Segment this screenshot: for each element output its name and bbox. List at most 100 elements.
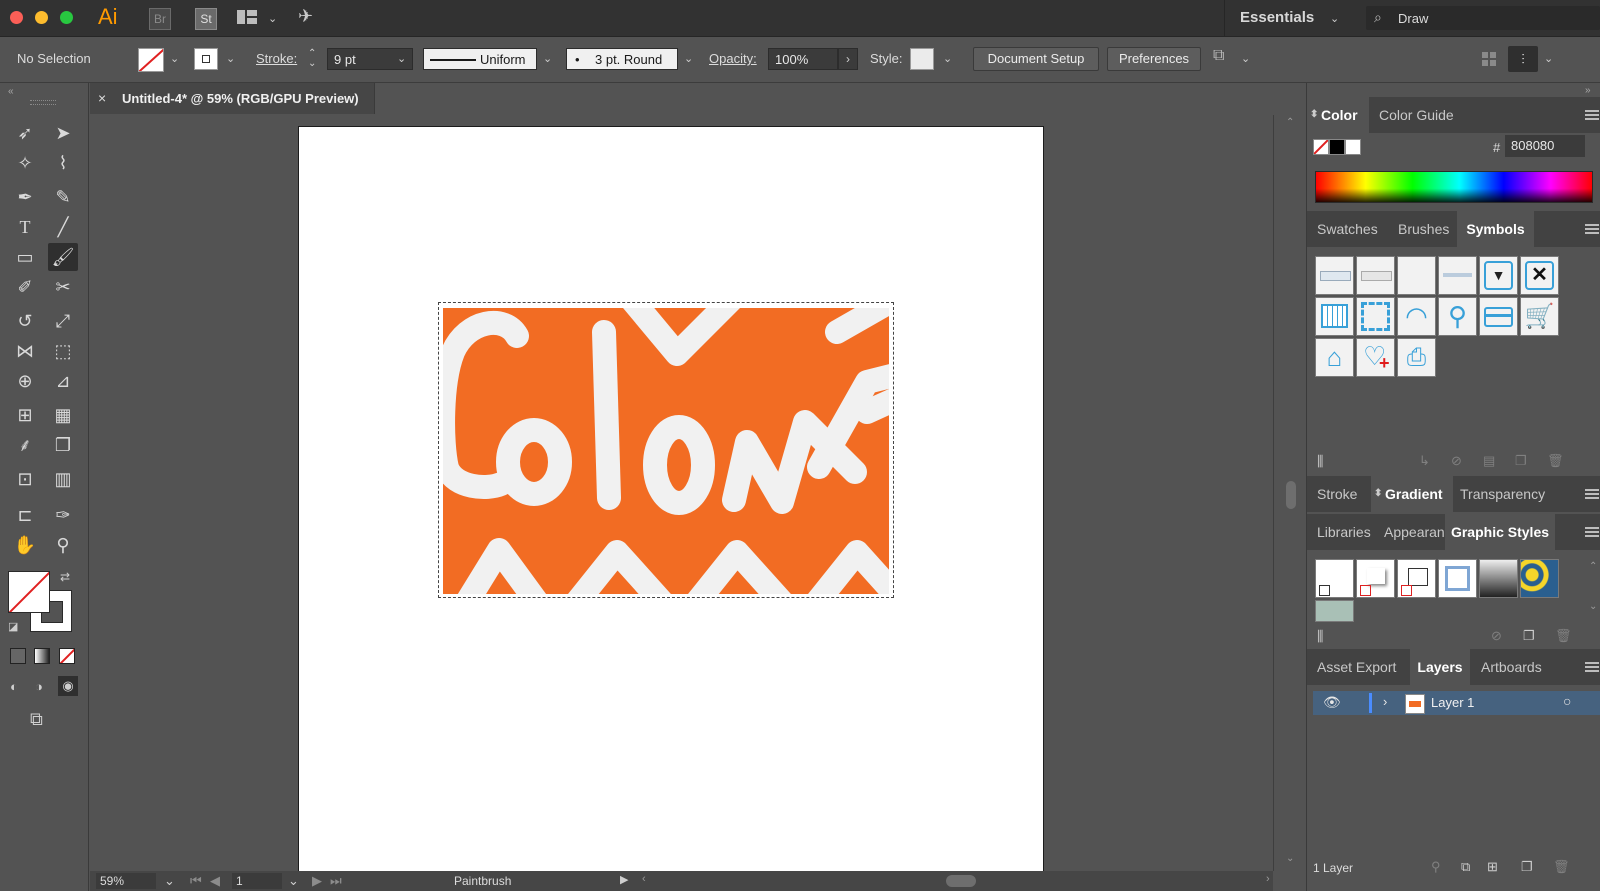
toolbar-grip[interactable] [30,100,56,105]
layer-name[interactable]: Layer 1 [1431,695,1474,710]
gradient-tool-icon[interactable]: ▦ [48,401,78,429]
make-clipping-mask-icon[interactable]: ⧉ [1461,859,1470,875]
dropdown-symbol-icon[interactable]: ▼ [1479,256,1518,295]
panel-menu-icon[interactable] [1585,527,1599,537]
black-swatch[interactable] [1329,139,1345,155]
layer-row[interactable]: 👁 › Layer 1 ○ [1313,691,1600,715]
card-symbol-icon[interactable] [1479,297,1518,336]
chevron-down-icon[interactable]: ⌄ [943,52,952,65]
tab-asset-export[interactable]: Asset Export [1317,649,1396,685]
chevron-down-icon[interactable]: ⌄ [397,52,406,65]
printer-symbol-icon[interactable]: ⎙ [1397,338,1436,377]
tab-color-guide[interactable]: Color Guide [1379,97,1454,133]
next-artboard-icon[interactable]: ▶ [312,873,322,889]
stroke-label[interactable]: Stroke: [256,51,297,66]
default-fill-stroke-icon[interactable]: ◪ [8,620,18,633]
minimize-window-icon[interactable] [35,11,48,24]
panel-grid-icon[interactable] [1482,52,1496,66]
vertical-scroll-thumb[interactable] [1286,481,1296,509]
stroke-stepper[interactable]: ⌃ ⌄ [308,49,316,69]
chevron-down-icon[interactable]: ⌄ [1330,12,1339,25]
draw-behind-icon[interactable]: ◑ [35,679,51,695]
chevron-down-icon[interactable]: ⌄ [543,52,552,65]
fill-color-box[interactable] [8,571,50,613]
direct-selection-tool-icon[interactable]: ➤ [48,119,78,147]
symbol-options-icon[interactable]: ▤ [1483,453,1495,469]
type-tool-icon[interactable]: T [10,213,40,241]
scissors-tool-icon[interactable]: ✂ [48,273,78,301]
tab-libraries[interactable]: Libraries [1317,514,1371,550]
collapse-panel-icon[interactable]: « [8,86,14,97]
search-field[interactable]: ⌕ Draw [1366,6,1600,30]
none-mode-icon[interactable] [59,648,75,664]
close-symbol-icon[interactable]: ✕ [1520,256,1559,295]
zoom-level-field[interactable]: 59% [96,873,156,889]
calendar-symbol-icon[interactable] [1315,297,1354,336]
graphic-style-swatch[interactable] [910,48,934,70]
eyedropper-tool-icon[interactable]: ⸙ [10,431,40,459]
scroll-left-icon[interactable]: ‹ [642,873,646,885]
change-screen-mode-icon[interactable]: ⧉ [30,709,43,730]
draw-inside-icon[interactable]: ◉ [58,676,78,696]
tab-transparency[interactable]: Transparency [1460,476,1545,512]
mesh-tool-icon[interactable]: ⊞ [10,401,40,429]
tab-graphic-styles[interactable]: Graphic Styles [1445,514,1555,550]
arrange-icon[interactable]: ⧉ [1213,47,1224,65]
break-style-link-icon[interactable]: ⊘ [1491,628,1502,644]
chevron-down-icon[interactable]: ⌄ [1544,52,1553,65]
chevron-down-icon[interactable]: ⌄ [268,12,277,25]
first-artboard-icon[interactable]: ⏮ [190,873,202,889]
lasso-tool-icon[interactable]: ⌇ [48,149,78,177]
new-graphic-style-icon[interactable]: ❐ [1523,628,1535,644]
chevron-down-icon[interactable]: ⌄ [164,873,175,889]
tab-symbols[interactable]: Symbols [1457,211,1534,247]
graphic-style-default[interactable] [1315,559,1354,598]
line-segment-tool-icon[interactable]: ╱ [48,213,78,241]
opacity-input[interactable]: 100% [768,48,838,70]
variable-width-profile[interactable]: Uniform [423,48,537,70]
delete-layer-icon[interactable]: 🗑 [1553,859,1570,875]
vertical-scrollbar[interactable]: ⌃ ⌄ [1273,115,1307,871]
close-tab-icon[interactable]: × [98,90,106,106]
properties-toggle-icon[interactable]: ⫶ [1508,46,1538,72]
rotate-tool-icon[interactable]: ↺ [10,307,40,335]
graphic-style-4[interactable] [1438,559,1477,598]
tab-layers[interactable]: Layers [1410,649,1470,685]
collapse-dock-icon[interactable]: » [1585,85,1591,96]
panel-menu-icon[interactable] [1585,224,1599,234]
shaper-tool-icon[interactable]: ✐ [10,273,40,301]
chevron-down-icon[interactable]: ⌄ [1241,52,1250,65]
last-artboard-icon[interactable]: ⏭ [330,873,342,889]
scale-tool-icon[interactable]: ⤢ [48,307,78,335]
symbol-button-1[interactable] [1315,256,1354,295]
opacity-slider-button[interactable]: › [838,48,858,70]
new-sublayer-icon[interactable]: ⊞ [1487,859,1498,875]
symbol-button-3[interactable] [1397,256,1436,295]
magic-wand-tool-icon[interactable]: ✧ [10,149,40,177]
rectangle-tool-icon[interactable]: ▭ [10,243,40,271]
bridge-button[interactable]: Br [149,8,171,30]
panel-menu-icon[interactable] [1585,489,1599,499]
fill-none-swatch[interactable] [1313,139,1329,155]
layer-target-icon[interactable]: ○ [1563,693,1571,709]
tab-artboards[interactable]: Artboards [1481,649,1542,685]
status-menu-icon[interactable]: ▶ [620,873,628,886]
chevron-down-icon[interactable]: ⌄ [226,52,235,65]
width-tool-icon[interactable]: ⋈ [10,337,40,365]
expand-layer-icon[interactable]: › [1383,694,1387,709]
curvature-tool-icon[interactable]: ✎ [48,183,78,211]
tab-color[interactable]: ⬍ Color [1307,97,1369,133]
document-setup-button[interactable]: Document Setup [973,47,1099,71]
graphic-styles-libraries-icon[interactable]: ⫼ [1317,628,1323,645]
scroll-down-icon[interactable]: ⌄ [1286,853,1294,864]
artboard-number-field[interactable]: 1 [232,873,282,889]
symbol-libraries-icon[interactable]: ⫼ [1317,453,1323,470]
horizontal-scroll-thumb[interactable] [946,875,976,887]
draw-normal-icon[interactable]: ◐ [10,679,26,695]
new-layer-icon[interactable]: ❐ [1521,859,1533,875]
graphic-style-3[interactable] [1397,559,1436,598]
selection-tool-icon[interactable]: ➶ [10,119,40,147]
chevron-down-icon[interactable]: ⌄ [288,873,299,889]
scroll-up-icon[interactable]: ⌃ [1589,561,1597,572]
arrange-documents-icon[interactable] [237,10,257,24]
